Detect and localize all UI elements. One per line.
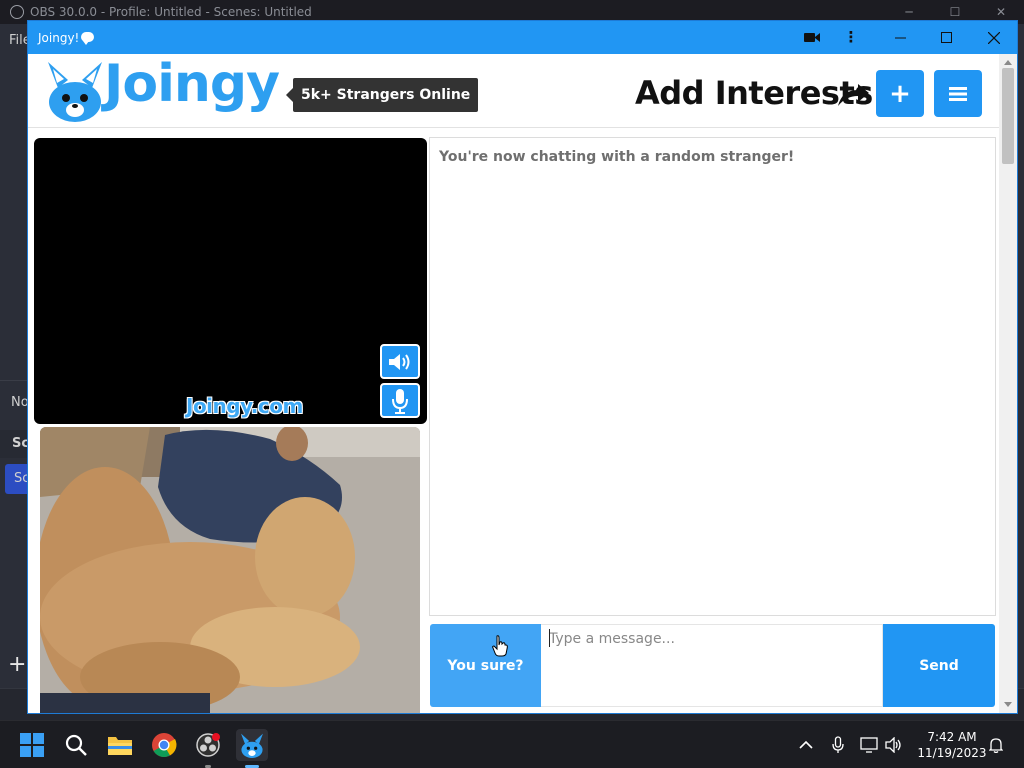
obs-title: OBS 30.0.0 - Profile: Untitled - Scenes:… [30, 5, 312, 19]
microphone-tray-icon[interactable] [829, 735, 847, 755]
text-caret [549, 629, 550, 647]
obs-scene-item[interactable]: Sc [5, 464, 29, 494]
joingy-window: Joingy! ⋮ Joingy 5k+ Strangers Online Ad… [28, 21, 1017, 713]
joingy-app-icon[interactable] [236, 729, 268, 761]
obs-add-scene-button[interactable]: + [8, 652, 30, 678]
taskbar: 7:42 AM 11/19/2023 [0, 720, 1024, 768]
chrome-icon[interactable] [148, 729, 180, 761]
scroll-down-icon[interactable] [1004, 702, 1012, 707]
send-button[interactable]: Send [883, 624, 995, 707]
obs-panel-label: No [0, 380, 29, 424]
more-options-icon[interactable]: ⋮ [843, 29, 859, 45]
curved-arrow-icon [838, 84, 869, 106]
site-header: Joingy 5k+ Strangers Online Add Interest… [28, 54, 999, 128]
bunny-logo-icon[interactable] [44, 58, 106, 122]
message-input[interactable] [541, 624, 883, 707]
logo-wordmark[interactable]: Joingy [104, 54, 280, 114]
start-icon[interactable] [16, 729, 48, 761]
menu-button[interactable] [934, 70, 982, 117]
obs-scenes-header: Sc [0, 430, 29, 458]
scroll-up-icon[interactable] [1004, 60, 1012, 65]
add-interests-button[interactable]: + [876, 70, 924, 117]
camera-icon[interactable] [804, 31, 820, 44]
notification-bell-icon[interactable] [988, 735, 1004, 755]
system-message: You're now chatting with a random strang… [439, 149, 795, 165]
stranger-video: Joingy.com [34, 138, 427, 424]
app-titlebar: Joingy! ⋮ [28, 21, 1017, 54]
maximize-button[interactable] [923, 21, 969, 54]
network-icon[interactable] [859, 735, 879, 755]
page-scrollbar[interactable] [999, 54, 1017, 713]
clock-date: 11/19/2023 [917, 746, 987, 760]
obs-logo-icon [10, 5, 24, 19]
minimize-button[interactable] [877, 21, 923, 54]
stop-button[interactable]: You sure? [430, 624, 541, 707]
self-video [40, 427, 420, 713]
camera-feed-image [40, 427, 420, 713]
volume-button[interactable] [380, 344, 420, 379]
obs-icon[interactable] [192, 729, 224, 761]
app-title: Joingy! [38, 31, 80, 45]
hand-pointer-icon [492, 635, 508, 657]
file-explorer-icon[interactable] [104, 729, 136, 761]
chat-bubble-icon [81, 32, 94, 45]
microphone-button[interactable] [380, 383, 420, 418]
close-button[interactable] [971, 21, 1017, 54]
hamburger-icon [949, 86, 967, 101]
system-clock[interactable]: 7:42 AM 11/19/2023 [912, 729, 992, 761]
strangers-online-badge: 5k+ Strangers Online [285, 78, 479, 112]
search-icon[interactable] [60, 729, 92, 761]
microphone-icon [392, 388, 408, 414]
speaker-icon [389, 353, 410, 370]
obs-side-panel [1016, 56, 1024, 720]
video-watermark: Joingy.com [186, 394, 303, 418]
chat-log: You're now chatting with a random strang… [429, 137, 996, 616]
volume-icon[interactable] [884, 735, 904, 755]
scroll-thumb[interactable] [1002, 68, 1014, 164]
chevron-up-icon[interactable] [797, 735, 815, 755]
clock-time: 7:42 AM [927, 730, 977, 744]
